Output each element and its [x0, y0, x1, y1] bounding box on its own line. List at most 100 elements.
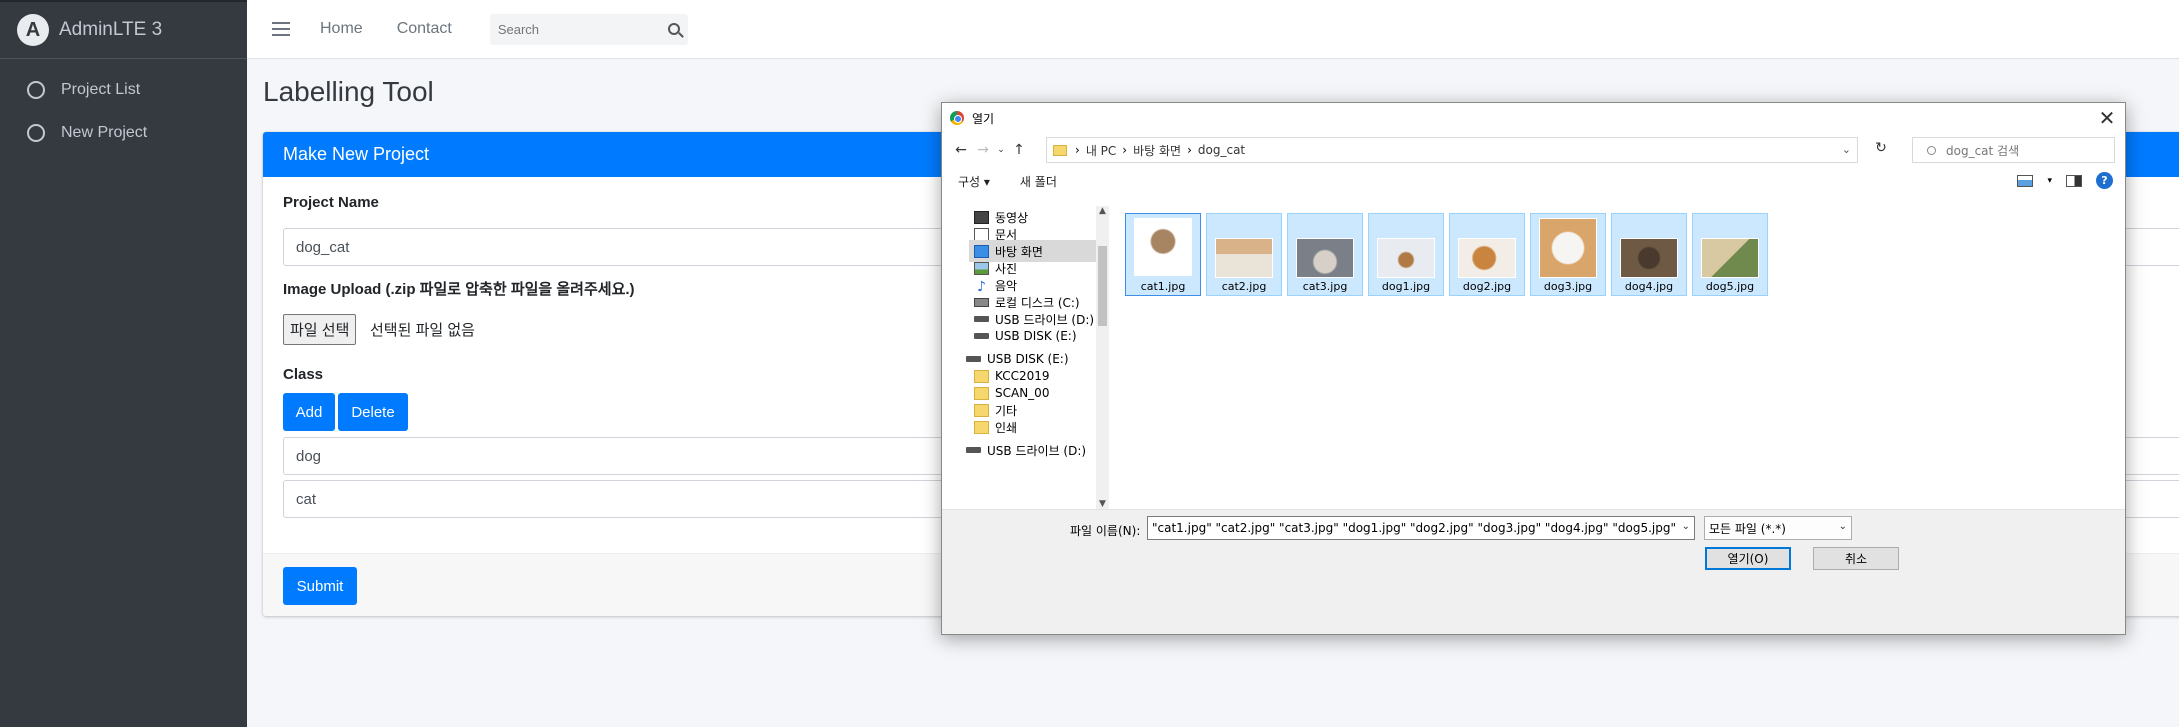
- open-button[interactable]: 열기(O): [1705, 547, 1791, 570]
- file-choose-button[interactable]: 파일 선택: [283, 314, 357, 345]
- nav-item-usb-e[interactable]: USB DISK (E:): [974, 325, 1077, 347]
- photo-icon: [974, 261, 989, 275]
- navbar-search: [489, 13, 688, 45]
- chevron-down-icon[interactable]: ⌄: [1842, 143, 1851, 156]
- file-type-select[interactable]: 모든 파일 (*.*) ⌄: [1704, 516, 1852, 540]
- class-label: Class: [283, 366, 324, 383]
- file-item-cat1[interactable]: cat1.jpg: [1125, 213, 1201, 296]
- usb-icon: [974, 316, 989, 322]
- usb-icon: [974, 333, 989, 339]
- address-bar[interactable]: › 내 PC › 바탕 화면 › dog_cat ⌄: [1046, 137, 1858, 163]
- page-title: Labelling Tool: [263, 76, 434, 107]
- circle-icon: [27, 123, 45, 142]
- brand-text: AdminLTE 3: [59, 19, 163, 40]
- brand-logo: A: [17, 14, 49, 46]
- delete-class-button[interactable]: Delete: [338, 393, 408, 431]
- cat3-thumbnail: [1296, 238, 1354, 278]
- file-item-dog2[interactable]: dog2.jpg: [1449, 213, 1525, 296]
- filename-label: 파일 이름(N):: [1070, 524, 1141, 538]
- filename-value: "cat1.jpg" "cat2.jpg" "cat3.jpg" "dog1.j…: [1152, 521, 1677, 535]
- file-item-dog5[interactable]: dog5.jpg: [1692, 213, 1768, 296]
- cat2-thumbnail: [1215, 238, 1273, 278]
- refresh-icon[interactable]: ↻: [1870, 140, 1892, 162]
- nav-link-contact[interactable]: Contact: [397, 20, 452, 38]
- dog4-thumbnail: [1620, 238, 1678, 278]
- new-folder-button[interactable]: 새 폴더: [1020, 173, 1057, 190]
- dog1-thumbnail: [1377, 238, 1435, 278]
- dialog-titlebar[interactable]: 열기 ✕: [942, 103, 2125, 133]
- filename-input[interactable]: "cat1.jpg" "cat2.jpg" "cat3.jpg" "dog1.j…: [1147, 516, 1695, 540]
- up-arrow-icon[interactable]: ↑: [1008, 142, 1030, 158]
- folder-icon: [974, 369, 989, 383]
- sidebar: A AdminLTE 3 Project List New Project: [0, 0, 247, 727]
- breadcrumb-item[interactable]: 내 PC: [1086, 142, 1116, 159]
- brand[interactable]: A AdminLTE 3: [0, 0, 247, 59]
- folder-icon: [974, 420, 989, 434]
- chevron-down-icon: ⌄: [1838, 521, 1847, 532]
- scroll-up-icon[interactable]: ▲: [1096, 206, 1109, 216]
- dialog-search-placeholder: dog_cat 검색: [1946, 143, 2020, 158]
- view-options-icon[interactable]: [2017, 174, 2034, 187]
- breadcrumb-item[interactable]: dog_cat: [1198, 143, 1245, 157]
- chrome-icon: [950, 111, 964, 125]
- search-icon: [1927, 145, 1936, 155]
- image-upload-label: Image Upload (.zip 파일로 압축한 파일을 올려주세요.): [283, 281, 635, 298]
- dialog-toolbar: 구성 ▾ 새 폴더 ▾ ?: [942, 167, 2125, 195]
- sidebar-item-label: New Project: [61, 123, 148, 141]
- scroll-thumb[interactable]: [1098, 246, 1107, 326]
- sidebar-item-new-project[interactable]: New Project: [0, 111, 247, 154]
- breadcrumb-item[interactable]: 바탕 화면: [1133, 142, 1181, 159]
- dog3-thumbnail: [1539, 218, 1597, 278]
- file-status: 선택된 파일 없음: [370, 322, 475, 339]
- circle-icon: [27, 80, 45, 99]
- file-open-dialog: 열기 ✕ ← → ⌄ ↑ › 내 PC › 바탕 화면 › dog_cat ⌄ …: [941, 102, 2126, 635]
- chevron-down-icon[interactable]: ⌄: [1682, 521, 1690, 532]
- menu-toggle-icon[interactable]: [272, 22, 290, 36]
- file-type-value: 모든 파일 (*.*): [1709, 521, 1786, 536]
- top-navbar: Home Contact: [247, 0, 2179, 59]
- back-arrow-icon[interactable]: ←: [950, 142, 972, 158]
- add-class-button[interactable]: Add: [283, 393, 335, 431]
- scroll-down-icon[interactable]: ▼: [1096, 499, 1109, 509]
- help-icon[interactable]: ?: [2096, 172, 2113, 189]
- organize-menu[interactable]: 구성 ▾: [958, 173, 990, 190]
- file-item-dog3[interactable]: dog3.jpg: [1530, 213, 1606, 296]
- search-icon[interactable]: [667, 23, 680, 35]
- dialog-bottom-bar: 파일 이름(N): "cat1.jpg" "cat2.jpg" "cat3.jp…: [942, 509, 2125, 634]
- file-item-dog4[interactable]: dog4.jpg: [1611, 213, 1687, 296]
- file-item-cat2[interactable]: cat2.jpg: [1206, 213, 1282, 296]
- search-input[interactable]: [497, 21, 648, 37]
- project-name-label: Project Name: [283, 194, 379, 211]
- file-item-cat3[interactable]: cat3.jpg: [1287, 213, 1363, 296]
- music-icon: ♪: [977, 278, 986, 295]
- submit-button[interactable]: Submit: [283, 567, 357, 605]
- desktop-icon: [974, 244, 989, 258]
- close-icon[interactable]: ✕: [2095, 106, 2119, 130]
- address-row: ← → ⌄ ↑ › 내 PC › 바탕 화면 › dog_cat ⌄ ↻ dog…: [942, 133, 2125, 167]
- cat1-thumbnail: [1134, 218, 1192, 276]
- usb-icon: [966, 356, 981, 362]
- chevron-down-icon[interactable]: ▾: [2047, 176, 2052, 186]
- sidebar-item-project-list[interactable]: Project List: [0, 68, 247, 111]
- document-icon: [974, 227, 989, 241]
- nav-item-folder-print[interactable]: 인쇄: [974, 416, 1017, 438]
- folder-icon: [1053, 144, 1067, 156]
- preview-pane-icon[interactable]: [2066, 174, 2082, 187]
- dog5-thumbnail: [1701, 238, 1759, 278]
- nav-scrollbar[interactable]: ▲ ▼: [1096, 206, 1109, 509]
- navigation-pane: 동영상 문서 바탕 화면 사진 ♪ 음악 로컬 디스크 (C:) USB 드라이…: [943, 206, 1098, 509]
- file-item-dog1[interactable]: dog1.jpg: [1368, 213, 1444, 296]
- usb-icon: [966, 447, 981, 453]
- folder-icon: [974, 403, 989, 417]
- cancel-button[interactable]: 취소: [1813, 547, 1899, 570]
- nav-item-usb-d-root[interactable]: USB 드라이브 (D:): [966, 439, 1086, 461]
- forward-arrow-icon[interactable]: →: [972, 142, 994, 158]
- drive-icon: [974, 297, 989, 307]
- folder-icon: [974, 386, 989, 400]
- history-chevron-icon[interactable]: ⌄: [994, 145, 1008, 155]
- dialog-search-input[interactable]: dog_cat 검색: [1912, 137, 2115, 163]
- video-icon: [974, 210, 989, 224]
- nav-link-home[interactable]: Home: [320, 20, 363, 38]
- sidebar-item-label: Project List: [61, 80, 141, 98]
- dog2-thumbnail: [1458, 238, 1516, 278]
